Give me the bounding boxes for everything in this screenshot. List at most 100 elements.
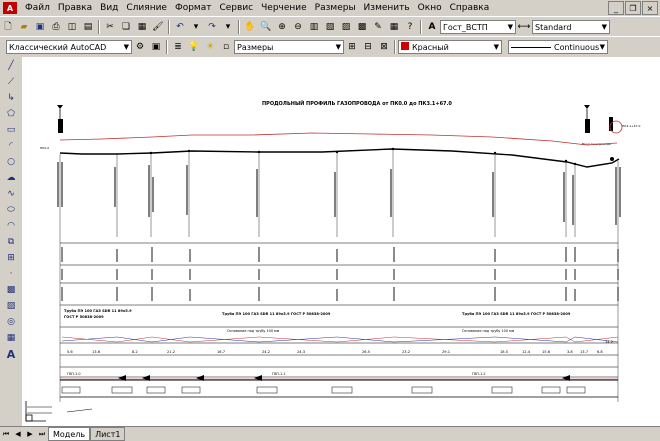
rectangle-icon[interactable]: ▭ (4, 123, 18, 137)
gradient-icon[interactable]: ▨ (4, 299, 18, 313)
band-label-left: Основание под трубу 100 мм (227, 329, 280, 333)
menu-tools[interactable]: Сервис (215, 3, 257, 13)
segment-length: 5.6 (67, 350, 73, 354)
spline-icon[interactable]: ∿ (4, 187, 18, 201)
workspace-dropdown[interactable]: Классический AutoCAD ▼ (6, 40, 132, 54)
menu-dimension[interactable]: Размеры (311, 3, 360, 13)
insert-block-icon[interactable]: ⧉ (4, 235, 18, 249)
properties-icon[interactable]: ▥ (307, 20, 321, 34)
cut-icon[interactable]: ✂ (103, 20, 117, 34)
copy-icon[interactable]: ❏ (119, 20, 133, 34)
save-icon[interactable]: ▣ (33, 20, 47, 34)
plot-preview-icon[interactable]: ◫ (65, 20, 79, 34)
make-block-icon[interactable]: ⊞ (4, 251, 18, 265)
text-style-dropdown[interactable]: Гост_ВСТП ▼ (440, 20, 516, 34)
ucs-icon (25, 401, 46, 422)
menu-file[interactable]: Файл (21, 3, 54, 13)
construction-line-icon[interactable]: ⟋ (4, 75, 18, 89)
layer-freeze-sun-icon[interactable]: ☀ (203, 40, 217, 54)
separator (238, 20, 240, 34)
zoom-window-icon[interactable]: ⊕ (275, 20, 289, 34)
publish-icon[interactable]: ▤ (81, 20, 95, 34)
dropdown-arrow-icon[interactable]: ▾ (189, 20, 203, 34)
print-icon[interactable]: ⎙ (49, 20, 63, 34)
point-icon[interactable]: · (4, 267, 18, 281)
close-icon[interactable]: × (642, 1, 658, 15)
arc-icon[interactable]: ◜ (4, 139, 18, 153)
redo-icon[interactable]: ↷ (205, 20, 219, 34)
markup-icon[interactable]: ✎ (371, 20, 385, 34)
restore-icon[interactable]: ❐ (625, 1, 641, 15)
zoom-realtime-icon[interactable]: 🔍 (259, 20, 273, 34)
workspace-value: Классический AutoCAD (9, 42, 107, 52)
help-icon[interactable]: ? (403, 20, 417, 34)
tab-sheet1[interactable]: Лист1 (90, 427, 126, 441)
segment-length: 8.2 (132, 350, 138, 354)
next-tab-icon[interactable]: ▶ (24, 429, 36, 440)
polygon-icon[interactable]: ⬠ (4, 107, 18, 121)
tab-model[interactable]: Модель (48, 427, 91, 441)
paste-icon[interactable]: ▦ (135, 20, 149, 34)
menu-window[interactable]: Окно (414, 3, 446, 13)
draw-toolbar: ╱ ⟋ ↳ ⬠ ▭ ◜ ○ ☁ ∿ ⬭ ◠ ⧉ ⊞ · ▩ ▨ ◎ ▦ A (0, 57, 23, 426)
separator (420, 20, 422, 34)
zoom-previous-icon[interactable]: ⊖ (291, 20, 305, 34)
linetype-value-wrap: Continuous (511, 43, 599, 52)
menu-format[interactable]: Формат (171, 3, 216, 13)
region-icon[interactable]: ◎ (4, 315, 18, 329)
layer-lock-icon[interactable]: ▫ (219, 40, 233, 54)
calculator-icon[interactable]: ▦ (387, 20, 401, 34)
menu-edit[interactable]: Правка (54, 3, 96, 13)
text-style-value: Гост_ВСТП (443, 22, 488, 32)
circle-icon[interactable]: ○ (4, 155, 18, 169)
dim-style-dropdown[interactable]: Standard ▼ (532, 20, 610, 34)
dim-style-value: Standard (535, 22, 572, 32)
dropdown-arrow-icon[interactable]: ▾ (221, 20, 235, 34)
last-tab-icon[interactable]: ⏭ (36, 429, 48, 440)
save-workspace-icon[interactable]: ▣ (149, 40, 163, 54)
open-file-icon[interactable]: ▰ (17, 20, 31, 34)
sheet-set-icon[interactable]: ▩ (355, 20, 369, 34)
design-center-icon[interactable]: ▧ (323, 20, 337, 34)
layer-manager-icon[interactable]: ≣ (171, 40, 185, 54)
layer-on-bulb-icon[interactable]: 💡 (187, 40, 201, 54)
menu-view[interactable]: Вид (96, 3, 122, 13)
ellipse-icon[interactable]: ⬭ (4, 203, 18, 217)
autocad-logo-icon[interactable]: A (3, 2, 17, 14)
hatch-icon[interactable]: ▩ (4, 283, 18, 297)
undo-icon[interactable]: ↶ (173, 20, 187, 34)
make-object-layer-current-icon[interactable]: ⊞ (345, 40, 359, 54)
workspace-settings-icon[interactable]: ⚙ (133, 40, 147, 54)
new-file-icon[interactable]: 🗋 (1, 20, 15, 34)
line-icon[interactable]: ╱ (4, 59, 18, 73)
segment-length: 34.2 (605, 340, 613, 344)
ellipse-arc-icon[interactable]: ◠ (4, 219, 18, 233)
menu-draw[interactable]: Черчение (257, 3, 311, 13)
menu-modify[interactable]: Изменить (360, 3, 414, 13)
dim-style-icon: ⟷ (517, 22, 531, 32)
first-tab-icon[interactable]: ⏮ (0, 429, 12, 440)
layer-previous-icon[interactable]: ⊟ (361, 40, 375, 54)
pan-icon[interactable]: ✋ (243, 20, 257, 34)
drawing-canvas[interactable]: ПРОДОЛЬНЫЙ ПРОФИЛЬ ГАЗОПРОВОДА от ПК0.0 … (22, 57, 660, 426)
plan-sections (27, 386, 586, 414)
linetype-dropdown[interactable]: Continuous ▼ (508, 40, 608, 54)
table-icon[interactable]: ▦ (4, 331, 18, 345)
multiline-text-icon[interactable]: A (4, 347, 18, 361)
layer-states-icon[interactable]: ⊠ (377, 40, 391, 54)
menu-help[interactable]: Справка (446, 3, 494, 13)
minimize-icon[interactable]: _ (608, 1, 624, 15)
segment-length: 13.6 (92, 350, 101, 354)
segment-length: 13.7 (580, 350, 588, 354)
match-properties-icon[interactable]: 🖌 (151, 20, 165, 34)
standard-toolbar: 🗋 ▰ ▣ ⎙ ◫ ▤ ✂ ❏ ▦ 🖌 ↶ ▾ ↷ ▾ ✋ 🔍 ⊕ ⊖ ▥ ▧ … (0, 16, 660, 38)
polyline-icon[interactable]: ↳ (4, 91, 18, 105)
revision-cloud-icon[interactable]: ☁ (4, 171, 18, 185)
table-values (61, 247, 619, 301)
menu-merge[interactable]: Слияние (122, 3, 171, 13)
tool-palettes-icon[interactable]: ▨ (339, 20, 353, 34)
plan-labels: ГВП-1.0 ГВП-1.1 ГВП-1.2 (67, 372, 486, 376)
prev-tab-icon[interactable]: ◀ (12, 429, 24, 440)
layer-dropdown[interactable]: Размеры ▼ (234, 40, 344, 54)
color-dropdown[interactable]: Красный ▼ (398, 40, 502, 54)
